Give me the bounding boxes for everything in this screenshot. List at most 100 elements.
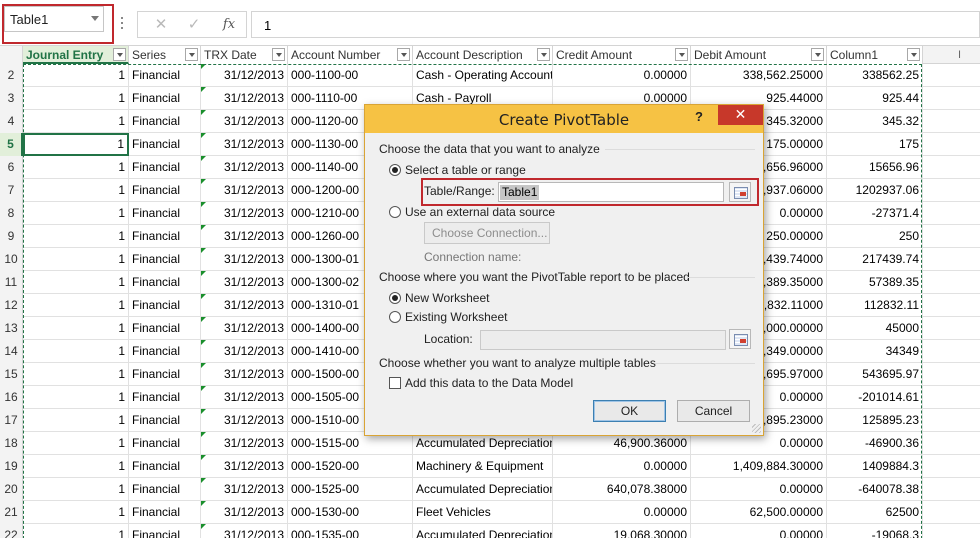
cell-acct[interactable]: 000-1525-00	[288, 478, 413, 501]
column-header[interactable]: Column1	[827, 46, 923, 64]
cell-date[interactable]: 31/12/2013	[201, 87, 288, 110]
formula-input[interactable]: 1	[251, 11, 980, 38]
table-range-input[interactable]: Table1	[498, 182, 724, 202]
cell-je[interactable]: 1	[23, 248, 129, 271]
cell-je[interactable]: 1	[23, 386, 129, 409]
cancel-icon[interactable]: ✕	[150, 15, 172, 35]
filter-dropdown-icon[interactable]	[537, 48, 550, 61]
cell-credit[interactable]: 0.00000	[553, 455, 691, 478]
cell-date[interactable]: 31/12/2013	[201, 294, 288, 317]
column-header[interactable]: Debit Amount	[691, 46, 827, 64]
cell-date[interactable]: 31/12/2013	[201, 133, 288, 156]
cell-je[interactable]: 1	[23, 455, 129, 478]
cell-date[interactable]: 31/12/2013	[201, 248, 288, 271]
cell-debit[interactable]: 0.00000	[691, 524, 827, 538]
cell-series[interactable]: Financial	[129, 225, 201, 248]
cell-date[interactable]: 31/12/2013	[201, 409, 288, 432]
ok-button[interactable]: OK	[593, 400, 666, 422]
cell-c1[interactable]: 338562.25	[827, 64, 923, 87]
row-header[interactable]: 8	[0, 202, 23, 225]
row-header[interactable]: 22	[0, 524, 23, 538]
cell-acct[interactable]: 000-1520-00	[288, 455, 413, 478]
row-header[interactable]: 5	[0, 133, 23, 156]
name-box[interactable]: Table1	[4, 6, 104, 32]
row-header[interactable]: 18	[0, 432, 23, 455]
cell-date[interactable]: 31/12/2013	[201, 110, 288, 133]
cell-acct[interactable]: 000-1100-00	[288, 64, 413, 87]
row-header[interactable]: 19	[0, 455, 23, 478]
cell-je[interactable]: 1	[23, 317, 129, 340]
cell-desc[interactable]: Cash - Operating Account	[413, 64, 553, 87]
filter-dropdown-icon[interactable]	[907, 48, 920, 61]
row-header[interactable]: 13	[0, 317, 23, 340]
cell-debit[interactable]: 338,562.25000	[691, 64, 827, 87]
row-header[interactable]: 20	[0, 478, 23, 501]
row-header[interactable]: 7	[0, 179, 23, 202]
cell-c1[interactable]: -640078.38	[827, 478, 923, 501]
cell-credit[interactable]: 0.00000	[553, 501, 691, 524]
row-header[interactable]: 10	[0, 248, 23, 271]
cell-date[interactable]: 31/12/2013	[201, 501, 288, 524]
row-header[interactable]: 2	[0, 64, 23, 87]
cell-series[interactable]: Financial	[129, 179, 201, 202]
cell-je[interactable]: 1	[23, 179, 129, 202]
cell-date[interactable]: 31/12/2013	[201, 64, 288, 87]
radio-select-table[interactable]	[389, 164, 401, 176]
cell-series[interactable]: Financial	[129, 501, 201, 524]
filter-dropdown-icon[interactable]	[113, 48, 126, 61]
radio-existing-worksheet[interactable]	[389, 311, 401, 323]
range-selector-icon[interactable]	[729, 182, 751, 202]
cell-series[interactable]: Financial	[129, 202, 201, 225]
cell-date[interactable]: 31/12/2013	[201, 225, 288, 248]
cell-series[interactable]: Financial	[129, 87, 201, 110]
row-header[interactable]: 12	[0, 294, 23, 317]
cell-c1[interactable]: 250	[827, 225, 923, 248]
resize-grip-icon[interactable]	[752, 424, 761, 433]
cell-c1[interactable]: -27371.4	[827, 202, 923, 225]
cell-series[interactable]: Financial	[129, 432, 201, 455]
cell-date[interactable]: 31/12/2013	[201, 455, 288, 478]
cell-je[interactable]: 1	[23, 478, 129, 501]
filter-dropdown-icon[interactable]	[397, 48, 410, 61]
cell-series[interactable]: Financial	[129, 363, 201, 386]
cell-acct[interactable]: 000-1530-00	[288, 501, 413, 524]
column-header[interactable]: Journal Entry	[23, 46, 129, 64]
row-header[interactable]: 17	[0, 409, 23, 432]
cell-je[interactable]: 1	[23, 432, 129, 455]
cell-date[interactable]: 31/12/2013	[201, 202, 288, 225]
cell-je[interactable]: 1	[23, 409, 129, 432]
cell-date[interactable]: 31/12/2013	[201, 432, 288, 455]
cell-c1[interactable]: 345.32	[827, 110, 923, 133]
cell-je[interactable]: 1	[23, 363, 129, 386]
cell-je[interactable]: 1	[23, 225, 129, 248]
cell-series[interactable]: Financial	[129, 478, 201, 501]
cell-series[interactable]: Financial	[129, 386, 201, 409]
cell-date[interactable]: 31/12/2013	[201, 340, 288, 363]
cell-je[interactable]: 1	[23, 501, 129, 524]
cell-date[interactable]: 31/12/2013	[201, 363, 288, 386]
cell-credit[interactable]: 19,068.30000	[553, 524, 691, 538]
column-header[interactable]: Account Description	[413, 46, 553, 64]
row-header[interactable]: 15	[0, 363, 23, 386]
row-header[interactable]: 9	[0, 225, 23, 248]
cell-c1[interactable]: 175	[827, 133, 923, 156]
cell-series[interactable]: Financial	[129, 271, 201, 294]
cell-c1[interactable]: -46900.36	[827, 432, 923, 455]
column-header[interactable]: Credit Amount	[553, 46, 691, 64]
column-header[interactable]: Series	[129, 46, 201, 64]
cell-je[interactable]: 1	[23, 87, 129, 110]
cell-c1[interactable]: 57389.35	[827, 271, 923, 294]
cell-date[interactable]: 31/12/2013	[201, 386, 288, 409]
filter-dropdown-icon[interactable]	[675, 48, 688, 61]
row-header[interactable]: 11	[0, 271, 23, 294]
cell-je[interactable]: 1	[23, 340, 129, 363]
cell-c1[interactable]: 125895.23	[827, 409, 923, 432]
cell-c1[interactable]: 217439.74	[827, 248, 923, 271]
column-header[interactable]: TRX Date	[201, 46, 288, 64]
cell-series[interactable]: Financial	[129, 340, 201, 363]
enter-icon[interactable]: ✓	[183, 15, 205, 35]
cell-date[interactable]: 31/12/2013	[201, 317, 288, 340]
cell-series[interactable]: Financial	[129, 317, 201, 340]
cell-c1[interactable]: -19068.3	[827, 524, 923, 538]
cell-debit[interactable]: 1,409,884.30000	[691, 455, 827, 478]
